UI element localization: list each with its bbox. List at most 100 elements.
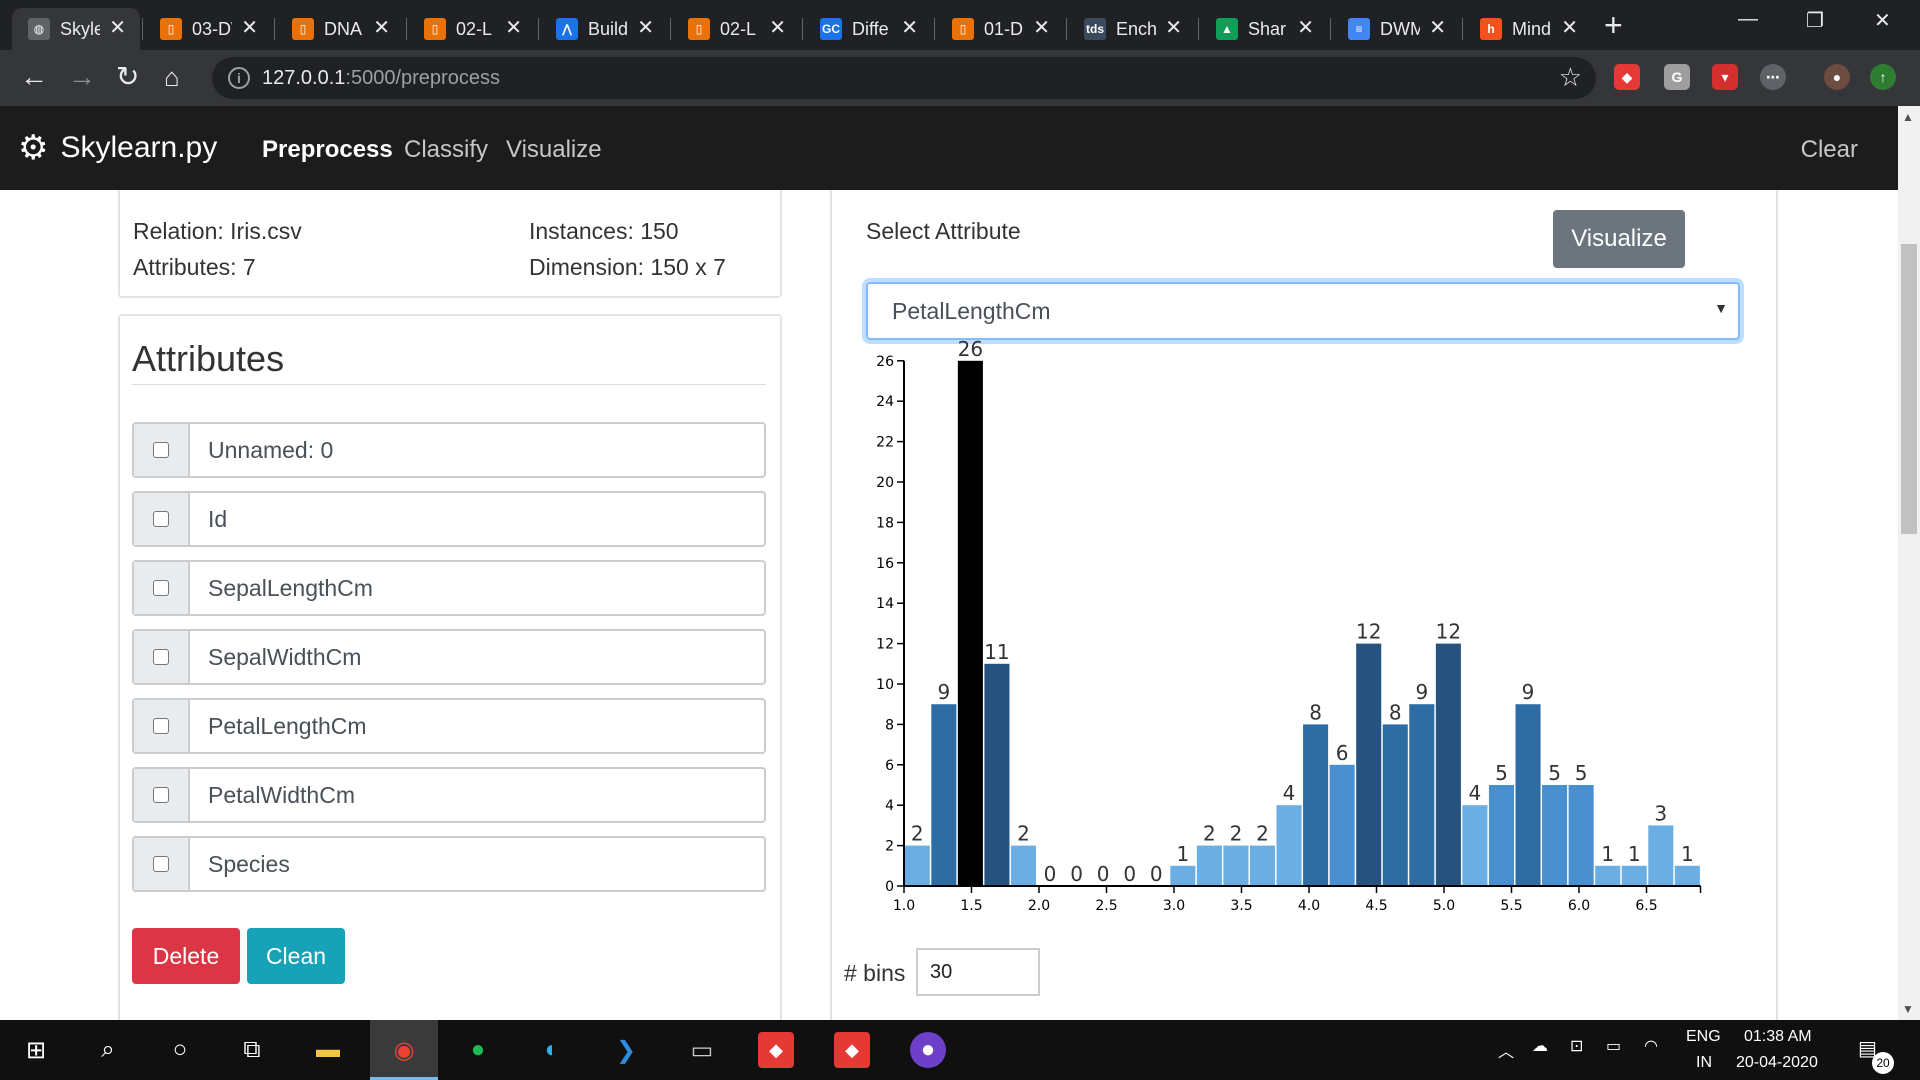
browser-tab[interactable]: ▯ DNA ✕ [276, 8, 404, 50]
scrollbar-thumb[interactable] [1901, 244, 1917, 534]
attribute-checkbox[interactable] [153, 511, 169, 527]
grammar-extension-icon[interactable]: G [1664, 64, 1690, 90]
spotify-icon[interactable]: ● [460, 1032, 496, 1068]
cortana-icon[interactable]: ○ [162, 1032, 198, 1068]
bins-input[interactable]: 30 [916, 948, 1040, 996]
browser-tab[interactable]: ▯ 03-DWM ✕ [144, 8, 272, 50]
restore-icon[interactable]: ❐ [1806, 8, 1824, 33]
attribute-row: Id [132, 491, 766, 547]
app-brand[interactable]: ⚙ Skylearn.py [18, 128, 217, 168]
browser-tab[interactable]: ≡ DWM ✕ [1332, 8, 1460, 50]
file-explorer-icon[interactable]: ▬ [310, 1032, 346, 1068]
task-view-icon[interactable]: ⧉ [234, 1032, 270, 1068]
onedrive-icon[interactable]: ☁ [1532, 1036, 1548, 1056]
close-tab-icon[interactable]: ✕ [1297, 18, 1314, 38]
vscode-icon[interactable]: ❯ [608, 1032, 644, 1068]
select-attribute-label: Select Attribute [866, 218, 1021, 244]
browser-tab[interactable]: ⋀ Build ✕ [540, 8, 668, 50]
browser-tab[interactable]: ▯ 02-L ✕ [408, 8, 536, 50]
new-tab-button[interactable]: + [1604, 9, 1623, 41]
y-tick-label: 22 [876, 435, 894, 451]
attribute-checkbox[interactable] [153, 787, 169, 803]
battery-icon[interactable]: ▭ [1606, 1036, 1621, 1056]
close-tab-icon[interactable]: ✕ [1429, 18, 1446, 38]
close-tab-icon[interactable]: ✕ [1033, 18, 1050, 38]
browser-tab[interactable]: ▯ 01-D ✕ [936, 8, 1064, 50]
wifi-icon[interactable]: ◠ [1644, 1036, 1658, 1056]
histogram-bar [1462, 805, 1488, 886]
close-tab-icon[interactable]: ✕ [1165, 18, 1182, 38]
windows-start-icon[interactable]: ⊞ [18, 1032, 54, 1068]
clock-time[interactable]: 01:38 AM [1744, 1028, 1812, 1046]
clean-button[interactable]: Clean [247, 928, 345, 984]
scroll-up-icon[interactable]: ▲ [1902, 110, 1914, 124]
search-icon[interactable]: ⌕ [90, 1032, 126, 1068]
browser-tab[interactable]: ◍ Skylearn.py ✕ [12, 8, 140, 50]
docs-icon: ≡ [1348, 18, 1370, 40]
git-client-icon[interactable]: ◆ [834, 1032, 870, 1068]
histogram-bar [1409, 704, 1435, 886]
clear-link[interactable]: Clear [1801, 136, 1858, 164]
region-indicator[interactable]: IN [1696, 1054, 1712, 1072]
close-tab-icon[interactable]: ✕ [1561, 18, 1578, 38]
attribute-checkbox[interactable] [153, 649, 169, 665]
histogram-bar [1170, 865, 1196, 886]
attribute-row: PetalLengthCm [132, 698, 766, 754]
update-icon[interactable]: ↑ [1870, 64, 1896, 90]
close-tab-icon[interactable]: ✕ [505, 18, 522, 38]
scroll-down-icon[interactable]: ▼ [1902, 1002, 1914, 1016]
close-tab-icon[interactable]: ✕ [241, 18, 258, 38]
language-indicator[interactable]: ENG [1686, 1028, 1721, 1046]
browser-tab[interactable]: tds Ench ✕ [1068, 8, 1196, 50]
nav-visualize[interactable]: Visualize [506, 136, 602, 164]
attribute-checkbox[interactable] [153, 718, 169, 734]
close-window-icon[interactable]: ✕ [1874, 8, 1891, 33]
git-icon[interactable]: ◆ [758, 1032, 794, 1068]
histogram-bar [957, 360, 983, 886]
visualize-button[interactable]: Visualize [1553, 210, 1685, 268]
terminal-icon[interactable]: ▭ [684, 1032, 720, 1068]
close-tab-icon[interactable]: ✕ [769, 18, 786, 38]
page-scrollbar[interactable]: ▲ ▼ [1898, 106, 1920, 1020]
browser-tab[interactable]: ▯ 02-L ✕ [672, 8, 800, 50]
forward-icon[interactable]: → [68, 60, 96, 94]
home-icon[interactable]: ⌂ [164, 60, 180, 94]
site-info-icon[interactable]: i [228, 67, 250, 89]
battery-saver-icon[interactable]: ⊡ [1570, 1036, 1583, 1056]
edge-icon[interactable]: ◐ [534, 1032, 570, 1068]
browser-tab[interactable]: GC Diffe ✕ [804, 8, 932, 50]
bookmark-star-icon[interactable]: ☆ [1559, 62, 1582, 93]
browser-tab[interactable]: h Mind ✕ [1464, 8, 1592, 50]
back-icon[interactable]: ← [20, 60, 48, 94]
reload-icon[interactable]: ↻ [116, 60, 139, 94]
minimize-icon[interactable]: — [1738, 8, 1758, 31]
nav-preprocess[interactable]: Preprocess [262, 136, 393, 164]
delete-button[interactable]: Delete [132, 928, 240, 984]
attribute-checkbox[interactable] [153, 580, 169, 596]
pocket-extension-icon[interactable]: ▾ [1712, 64, 1738, 90]
browser-tab[interactable]: ▲ Shar ✕ [1200, 8, 1328, 50]
address-bar[interactable]: i 127.0.0.1:5000/preprocess ☆ [212, 57, 1596, 99]
bar-count-label: 5 [1548, 761, 1561, 785]
close-tab-icon[interactable]: ✕ [373, 18, 390, 38]
github-icon[interactable]: ● [910, 1032, 946, 1068]
clock-date[interactable]: 20-04-2020 [1736, 1054, 1818, 1072]
close-tab-icon[interactable]: ✕ [637, 18, 654, 38]
app-navbar: ⚙ Skylearn.py Preprocess Classify Visual… [0, 106, 1898, 190]
close-tab-icon[interactable]: ✕ [109, 18, 126, 38]
avatar[interactable]: ● [1824, 64, 1850, 90]
chrome-icon[interactable]: ◉ [386, 1032, 422, 1068]
nav-classify[interactable]: Classify [404, 136, 488, 164]
bar-count-label: 8 [1389, 700, 1402, 724]
histogram-bar [1276, 805, 1302, 886]
attribute-select[interactable]: PetalLengthCm ▼ [866, 282, 1740, 340]
attribute-row: SepalLengthCm [132, 560, 766, 616]
shield-extension-icon[interactable]: ◆ [1614, 64, 1640, 90]
url-text[interactable]: 127.0.0.1:5000/preprocess [262, 67, 500, 90]
attribute-checkbox[interactable] [153, 856, 169, 872]
attribute-checkbox[interactable] [153, 442, 169, 458]
close-tab-icon[interactable]: ✕ [901, 18, 918, 38]
dots-extension-icon[interactable]: ⋯ [1760, 64, 1786, 90]
browser-tab-strip: ◍Skylearn.py✕▯03-DWM✕▯DNA✕▯02-L✕⋀Build✕▯… [0, 0, 1920, 50]
tray-chevron-icon[interactable]: ︿ [1498, 1038, 1514, 1062]
